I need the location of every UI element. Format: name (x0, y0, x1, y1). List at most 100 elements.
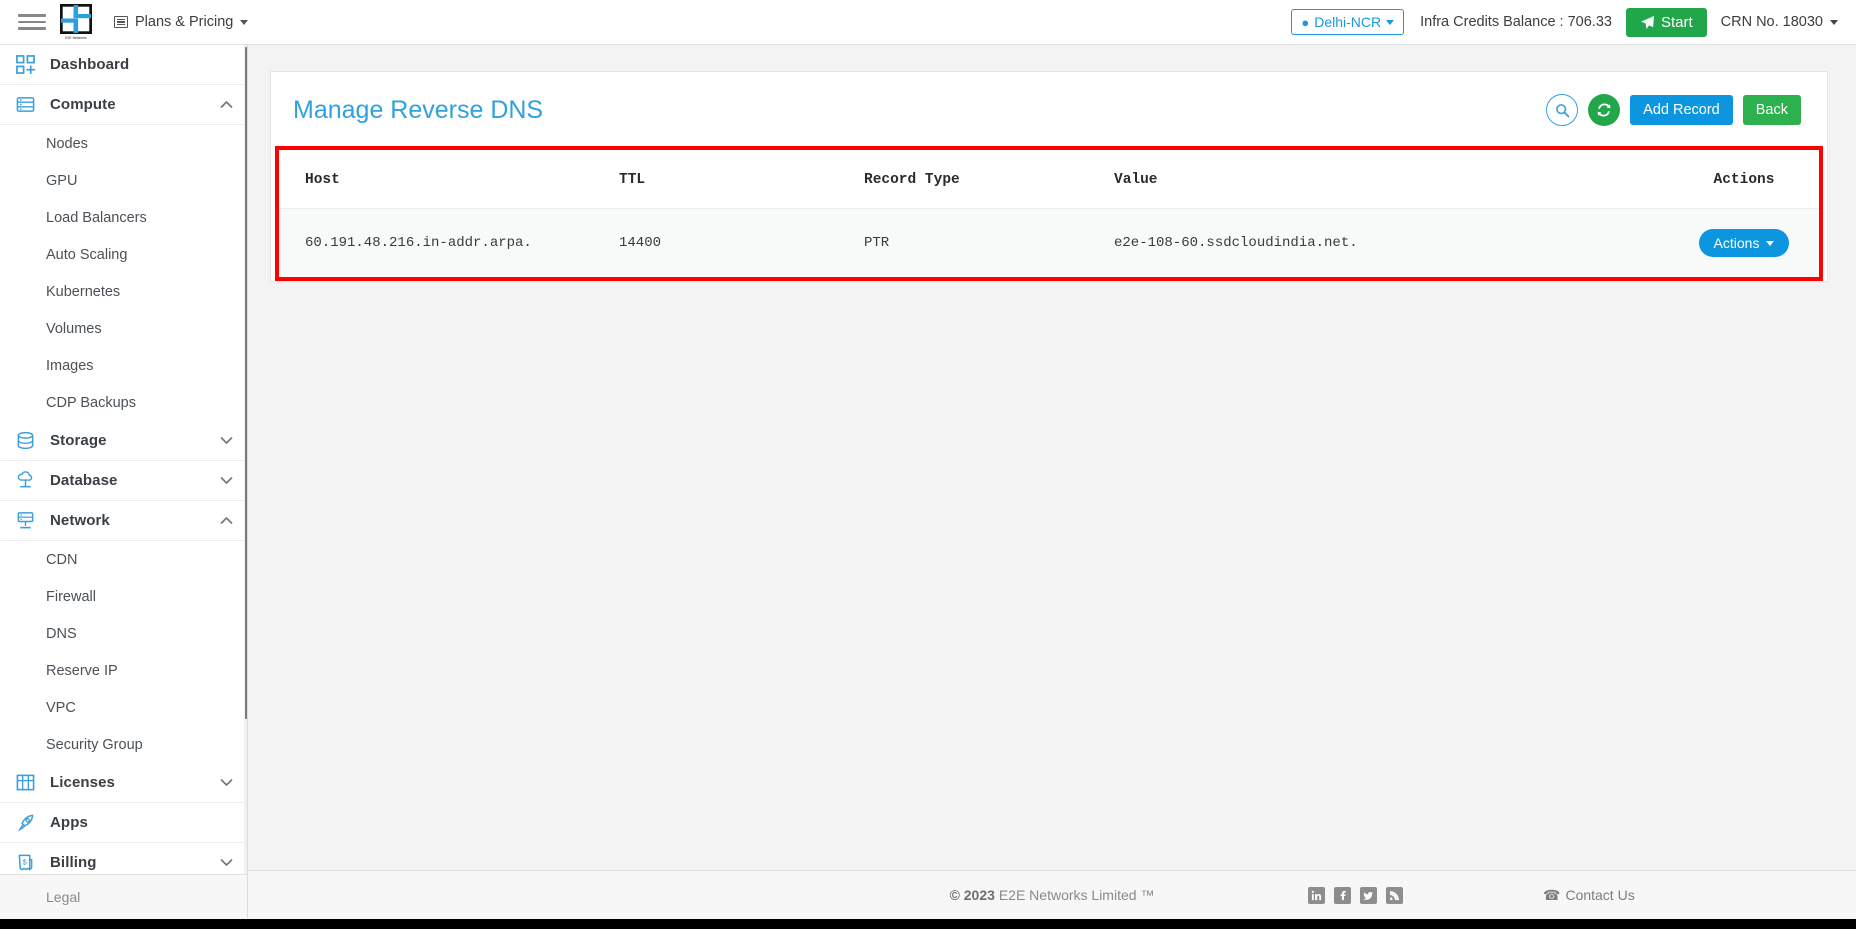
sidebar-group-label: Storage (50, 432, 107, 449)
legal-label: Legal (46, 889, 81, 905)
region-selector[interactable]: ● Delhi-NCR (1291, 9, 1405, 35)
infra-credits-balance: Infra Credits Balance : 706.33 (1420, 14, 1612, 30)
sidebar-item-gpu[interactable]: GPU (0, 162, 247, 199)
social-links (1308, 886, 1403, 904)
sidebar-item-label: DNS (46, 625, 77, 642)
sidebar-item-label: Nodes (46, 135, 88, 152)
search-icon (1555, 103, 1570, 117)
sidebar-item-label: Auto Scaling (46, 246, 128, 263)
sidebar-item-nodes[interactable]: Nodes (0, 125, 247, 162)
sidebar: Dashboard Compute Nodes GPU Load Balancers Au… (0, 45, 248, 919)
dashboard-grid-icon (16, 55, 40, 74)
sidebar-item-volumes[interactable]: Volumes (0, 310, 247, 347)
phone-icon: ☎ (1543, 886, 1561, 903)
sidebar-group-dashboard[interactable]: Dashboard (0, 45, 247, 85)
table-highlight-box: Host TTL Record Type Value Actions 60.19… (275, 146, 1823, 281)
refresh-button[interactable] (1588, 94, 1621, 126)
paper-plane-icon (1640, 15, 1655, 29)
sidebar-item-vpc[interactable]: VPC (0, 689, 247, 726)
cell-actions: Actions (1669, 208, 1819, 277)
sidebar-item-load-balancers[interactable]: Load Balancers (0, 199, 247, 236)
sidebar-group-storage[interactable]: Storage (0, 421, 247, 461)
server-icon (16, 95, 40, 114)
sidebar-group-label: Compute (50, 96, 116, 113)
row-actions-button[interactable]: Actions (1698, 229, 1790, 257)
facebook-icon[interactable] (1334, 886, 1351, 904)
table-row: 60.191.48.216.in-addr.arpa. 14400 PTR e2e-1… (279, 208, 1819, 277)
sidebar-group-licenses[interactable]: Licenses (0, 763, 247, 803)
sidebar-item-reserve-ip[interactable]: Reserve IP (0, 652, 247, 689)
add-record-button[interactable]: Add Record (1630, 95, 1733, 125)
rocket-icon (16, 813, 40, 832)
column-header-value: Value (1104, 150, 1669, 209)
e2e-logo-icon (60, 4, 92, 36)
sidebar-group-label: Billing (50, 854, 97, 871)
invoice-icon: $ (16, 853, 40, 872)
license-grid-icon (16, 773, 40, 792)
chevron-down-icon (1386, 19, 1395, 25)
sidebar-item-kubernetes[interactable]: Kubernetes (0, 273, 247, 310)
sidebar-item-label: Reserve IP (46, 662, 118, 679)
plans-and-pricing-menu[interactable]: Plans & Pricing (114, 14, 249, 30)
chevron-up-icon (220, 100, 233, 109)
sidebar-item-security-group[interactable]: Security Group (0, 726, 247, 763)
sidebar-group-label: Licenses (50, 774, 116, 791)
copyright-text: © 2023 E2E Networks Limited ™ (950, 887, 1155, 903)
plans-and-pricing-label: Plans & Pricing (135, 14, 234, 30)
legal-link[interactable]: Legal (0, 874, 247, 919)
contact-us-link[interactable]: ☎ Contact Us (1543, 887, 1635, 904)
svg-text:$: $ (23, 857, 28, 866)
sidebar-item-label: CDP Backups (46, 394, 136, 411)
sidebar-item-auto-scaling[interactable]: Auto Scaling (0, 236, 247, 273)
cell-ttl: 14400 (609, 208, 854, 277)
sidebar-group-database[interactable]: Database (0, 461, 247, 501)
column-header-host: Host (279, 150, 609, 209)
back-button[interactable]: Back (1742, 95, 1801, 125)
sidebar-item-firewall[interactable]: Firewall (0, 578, 247, 615)
column-header-record-type: Record Type (854, 150, 1104, 209)
crn-menu[interactable]: CRN No. 18030 (1721, 14, 1838, 30)
cell-record-type: PTR (854, 208, 1104, 277)
twitter-icon[interactable] (1360, 886, 1377, 904)
bottom-strip (0, 919, 1856, 929)
sidebar-group-compute[interactable]: Compute (0, 85, 247, 125)
top-bar: E2E Networks Plans & Pricing ● Delhi-NCR… (0, 0, 1856, 45)
rss-icon[interactable] (1386, 886, 1403, 904)
sidebar-item-label: Firewall (46, 588, 96, 605)
sidebar-item-cdp-backups[interactable]: CDP Backups (0, 384, 247, 421)
sidebar-item-label: Load Balancers (46, 209, 147, 226)
chevron-up-icon (220, 516, 233, 525)
chevron-down-icon (1830, 19, 1838, 25)
network-icon (16, 511, 40, 530)
region-label: Delhi-NCR (1314, 14, 1382, 30)
sidebar-item-dns[interactable]: DNS (0, 615, 247, 652)
cloud-database-icon (16, 471, 40, 490)
chevron-down-icon (220, 858, 233, 867)
card-header: Manage Reverse DNS Add Record Back (271, 72, 1827, 146)
brand-logo[interactable]: E2E Networks (60, 4, 92, 40)
chevron-down-icon (240, 19, 249, 25)
start-button[interactable]: Start (1625, 7, 1707, 37)
sidebar-item-images[interactable]: Images (0, 347, 247, 384)
hamburger-icon[interactable] (18, 14, 46, 30)
cell-value: e2e-108-60.ssdcloudindia.net. (1104, 208, 1669, 277)
sidebar-item-cdn[interactable]: CDN (0, 541, 247, 578)
sidebar-scroll-area: Dashboard Compute Nodes GPU Load Balancers Au… (0, 45, 247, 874)
linkedin-icon[interactable] (1308, 886, 1325, 904)
footer: © 2023 E2E Networks Limited ™ ☎ Contact … (248, 870, 1856, 919)
sidebar-scrollbar-thumb[interactable] (245, 47, 247, 719)
start-label: Start (1660, 13, 1693, 31)
sidebar-item-label: Security Group (46, 736, 143, 753)
sidebar-group-network[interactable]: Network (0, 501, 247, 541)
chevron-down-icon (220, 778, 233, 787)
sidebar-group-billing[interactable]: $ Billing (0, 843, 247, 874)
reverse-dns-card: Manage Reverse DNS Add Record Back Host … (270, 71, 1828, 282)
sidebar-scrollbar[interactable] (244, 45, 247, 874)
row-actions-label: Actions (1713, 235, 1760, 251)
search-button[interactable] (1546, 94, 1579, 126)
sidebar-group-label: Dashboard (50, 56, 130, 73)
sidebar-group-apps[interactable]: Apps (0, 803, 247, 843)
sidebar-item-label: Kubernetes (46, 283, 121, 300)
column-header-actions: Actions (1669, 150, 1819, 209)
table-head: Host TTL Record Type Value Actions (279, 150, 1819, 209)
